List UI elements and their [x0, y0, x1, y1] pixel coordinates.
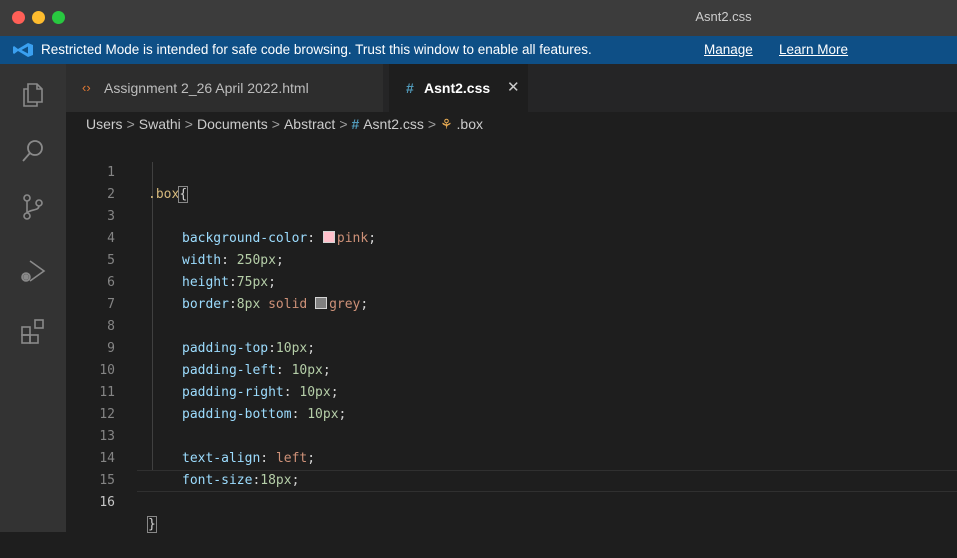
extensions-icon[interactable] — [18, 316, 48, 346]
tab-asnt2-css[interactable]: # Asnt2.css ✕ — [389, 64, 528, 112]
learn-more-link[interactable]: Learn More — [779, 36, 848, 64]
code-line: 7 — [66, 272, 957, 312]
breadcrumb-separator: > — [427, 116, 437, 132]
tab-label: Assignment 2_26 April 2022.html — [104, 80, 309, 96]
tab-assignment-html[interactable]: ‹› Assignment 2_26 April 2022.html — [66, 64, 383, 112]
explorer-icon[interactable] — [18, 80, 48, 110]
source-control-icon[interactable] — [18, 192, 48, 222]
css-file-icon: # — [351, 116, 360, 132]
banner-message: Restricted Mode is intended for safe cod… — [41, 42, 592, 57]
code-line: 10 padding-right: 10px; — [66, 338, 957, 400]
window-title: Asnt2.css — [695, 9, 752, 24]
code-line: 1 .box{ — [66, 140, 957, 203]
code-line: 14 font-size:18px; — [66, 426, 957, 488]
close-brace: } — [147, 516, 157, 533]
code-line: 2 — [66, 162, 957, 202]
symbol-class-icon: ⚘ — [440, 116, 453, 132]
code-line: 9 padding-left: 10px; — [66, 316, 957, 378]
breadcrumb-separator: > — [184, 116, 193, 132]
html-file-icon: ‹› — [82, 80, 91, 95]
line-number: 16 — [99, 495, 115, 510]
css-file-icon: # — [406, 80, 414, 96]
close-tab-icon[interactable]: ✕ — [507, 64, 520, 112]
title-bar: Asnt2.css — [0, 0, 957, 36]
breadcrumb-users[interactable]: Users — [86, 116, 123, 132]
manage-link[interactable]: Manage — [704, 36, 753, 64]
editor-tabs: ‹› Assignment 2_26 April 2022.html # Asn… — [66, 64, 957, 112]
vscode-logo-icon — [13, 43, 33, 57]
code-line: 13 text-align: left; — [66, 404, 957, 466]
breadcrumb-separator: > — [339, 116, 348, 132]
code-line: 12 — [66, 382, 957, 422]
search-icon[interactable] — [18, 136, 48, 166]
code-line: 3 background-color: pink; — [66, 184, 957, 246]
breadcrumb-symbol[interactable]: .box — [457, 116, 483, 132]
code-line: 11 padding-bottom: 10px; — [66, 360, 957, 422]
breadcrumb-documents[interactable]: Documents — [197, 116, 268, 132]
run-debug-icon[interactable] — [18, 256, 48, 286]
code-line: 5 height:75px; — [66, 228, 957, 290]
tab-label: Asnt2.css — [424, 80, 491, 96]
code-line: 16 } — [66, 470, 957, 533]
breadcrumb-file[interactable]: Asnt2.css — [363, 116, 424, 132]
restricted-mode-banner: Restricted Mode is intended for safe cod… — [0, 36, 957, 64]
breadcrumb: Users > Swathi > Documents > Abstract > # Asnt2.… — [86, 112, 483, 136]
activity-bar — [0, 64, 66, 532]
breadcrumb-abstract[interactable]: Abstract — [284, 116, 335, 132]
breadcrumb-separator: > — [126, 116, 135, 132]
code-editor[interactable]: 1 .box{ 2 3 background-color: pink; 4 wi… — [66, 140, 957, 533]
breadcrumb-separator: > — [271, 116, 280, 132]
code-line: 15 — [66, 448, 957, 488]
code-line: 8 padding-top:10px; — [66, 294, 957, 356]
code-line: 6 border:8px solid grey; — [66, 250, 957, 312]
breadcrumb-swathi[interactable]: Swathi — [139, 116, 181, 132]
code-line: 4 width: 250px; — [66, 206, 957, 268]
